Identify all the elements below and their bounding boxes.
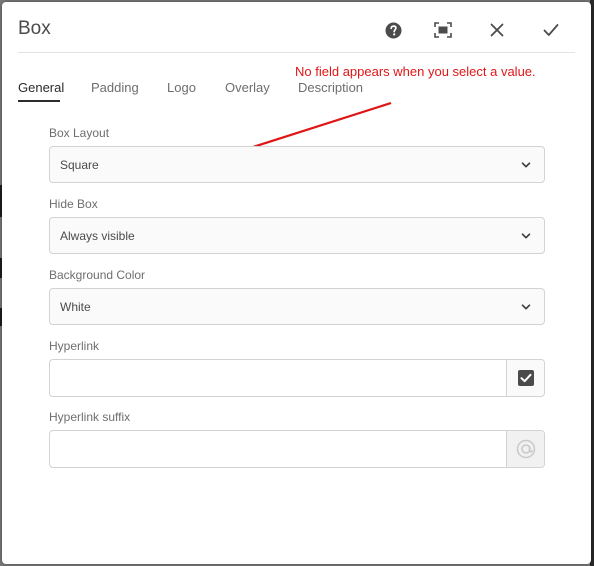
chevron-down-icon xyxy=(521,233,531,239)
background-color-select[interactable]: White xyxy=(49,288,545,325)
box-layout-label: Box Layout xyxy=(49,126,110,140)
hyperlink-label: Hyperlink xyxy=(49,339,100,353)
hyperlink-input[interactable] xyxy=(50,360,506,396)
hyperlink-suffix-label: Hyperlink suffix xyxy=(49,410,131,424)
link-icon xyxy=(516,439,535,459)
background-color-label: Background Color xyxy=(49,268,146,282)
hide-box-label: Hide Box xyxy=(49,197,98,211)
box-layout-value: Square xyxy=(60,158,99,172)
hyperlink-suffix-button[interactable] xyxy=(506,431,544,467)
hyperlink-picker-button[interactable] xyxy=(506,360,544,396)
hyperlink-suffix-field xyxy=(49,430,545,468)
chevron-down-icon xyxy=(521,304,531,310)
chevron-down-icon xyxy=(521,162,531,168)
box-dialog: Box General Padding Logo Overlay Descrip… xyxy=(2,2,591,564)
annotation-arrow xyxy=(188,101,392,168)
hide-box-value: Always visible xyxy=(60,229,135,243)
checkbox-icon xyxy=(517,370,534,386)
hyperlink-field xyxy=(49,359,545,397)
hyperlink-suffix-input[interactable] xyxy=(50,431,506,467)
background-color-value: White xyxy=(60,300,91,314)
hide-box-select[interactable]: Always visible xyxy=(49,217,545,254)
box-layout-select[interactable]: Square xyxy=(49,146,545,183)
